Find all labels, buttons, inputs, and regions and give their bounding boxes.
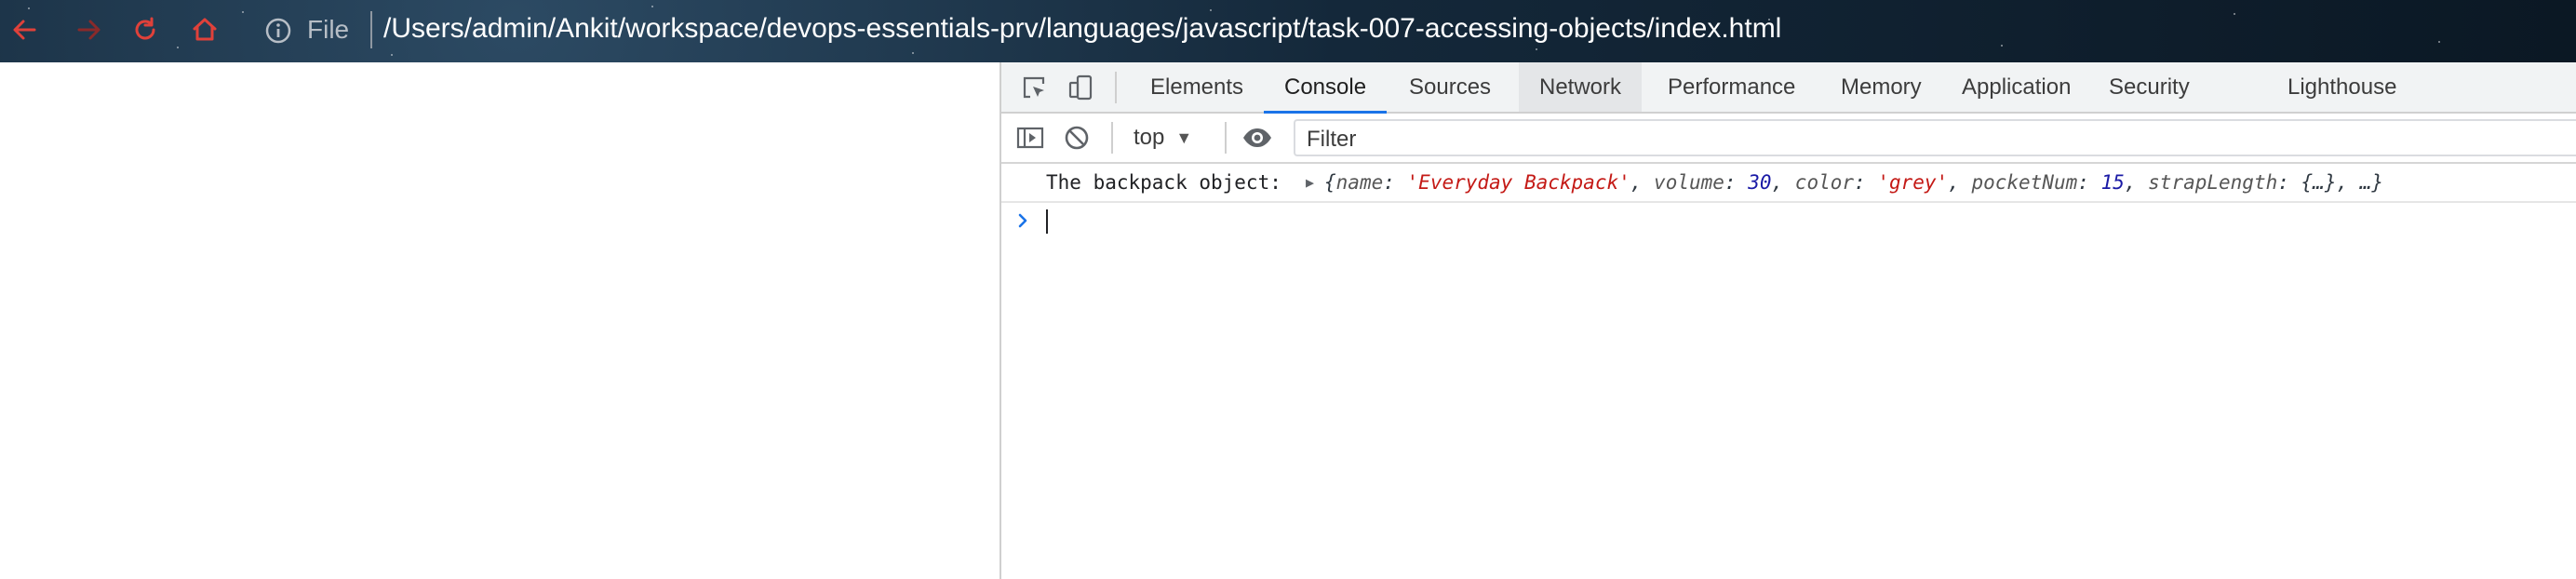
- object-open-brace: {: [1324, 171, 1336, 194]
- toolbar-divider: [1111, 122, 1113, 154]
- back-button[interactable]: [7, 13, 41, 47]
- clear-console-button[interactable]: [1061, 122, 1093, 154]
- object-key: color: [1794, 171, 1855, 194]
- reload-button[interactable]: [128, 13, 162, 47]
- text-caret: [1046, 209, 1048, 234]
- address-bar-url[interactable]: /Users/admin/Ankit/workspace/devops-esse…: [383, 13, 1781, 45]
- reload-icon: [135, 17, 155, 40]
- toolbar-divider: [1225, 122, 1227, 154]
- log-message-text: The backpack object:: [1046, 171, 1281, 194]
- home-button[interactable]: [188, 13, 221, 47]
- browser-toolbar: File /Users/admin/Ankit/workspace/devops…: [0, 0, 2576, 62]
- clear-console-icon: [1065, 126, 1089, 150]
- tab-elements[interactable]: Elements: [1130, 62, 1264, 112]
- back-arrow-icon: [13, 20, 36, 40]
- tab-performance[interactable]: Performance: [1647, 62, 1816, 112]
- object-key: name: [1335, 171, 1384, 194]
- tab-security[interactable]: Security: [2088, 62, 2210, 112]
- context-selector[interactable]: top ▼: [1134, 123, 1192, 153]
- show-sidebar-icon: [1016, 127, 1044, 149]
- page-viewport: [0, 62, 1000, 579]
- tab-application[interactable]: Application: [1941, 62, 2091, 112]
- devtools-tabbar: Elements Console Sources Network Perform…: [1001, 62, 2576, 114]
- toolbar-divider: [1115, 72, 1117, 103]
- object-key: volume: [1654, 171, 1724, 194]
- forward-arrow-icon: [77, 20, 101, 40]
- console-toolbar: top ▼: [1001, 114, 2576, 164]
- show-sidebar-button[interactable]: [1014, 122, 1046, 154]
- expand-triangle-icon[interactable]: ▶: [1306, 164, 1314, 201]
- object-ellipsis: …: [2359, 171, 2372, 194]
- prompt-chevron-icon: [1018, 213, 1027, 228]
- console-prompt[interactable]: [1001, 203, 2576, 240]
- filter-input[interactable]: [1305, 125, 2518, 155]
- home-icon: [193, 18, 217, 41]
- url-scheme-label: File: [307, 15, 350, 44]
- object-value: 'grey': [1877, 171, 1949, 194]
- tab-network[interactable]: Network: [1519, 62, 1643, 112]
- devtools-panel: Elements Console Sources Network Perform…: [1001, 62, 2576, 579]
- filter-field: [1294, 119, 2576, 156]
- object-preview[interactable]: {name: 'Everyday Backpack', volume: 30, …: [1324, 164, 2383, 201]
- device-toolbar-button[interactable]: [1065, 72, 1096, 103]
- live-expression-button[interactable]: [1241, 122, 1273, 154]
- tab-lighthouse[interactable]: Lighthouse: [2267, 62, 2417, 112]
- tab-console[interactable]: Console: [1264, 62, 1388, 114]
- context-label: top: [1134, 125, 1165, 150]
- inspect-element-icon: [1023, 76, 1045, 99]
- forward-button[interactable]: [73, 13, 106, 47]
- eye-icon: [1243, 128, 1271, 147]
- object-value: 30: [1748, 171, 1772, 194]
- object-value: {…}: [2301, 171, 2337, 194]
- console-output: The backpack object: ▶ {name: 'Everyday …: [1001, 164, 2576, 579]
- device-toolbar-icon: [1068, 74, 1093, 101]
- tab-sources[interactable]: Sources: [1389, 62, 1511, 112]
- object-close-brace: }: [2371, 171, 2384, 194]
- info-icon[interactable]: [264, 17, 292, 45]
- tab-memory[interactable]: Memory: [1820, 62, 1942, 112]
- url-divider: [370, 11, 372, 48]
- object-value: 15: [2100, 171, 2125, 194]
- dropdown-arrow-icon: ▼: [1175, 128, 1193, 147]
- object-key: pocketNum: [1971, 171, 2078, 194]
- object-value: 'Everyday Backpack': [1406, 171, 1630, 194]
- object-key: strapLength: [2148, 171, 2278, 194]
- console-log-row: The backpack object: ▶ {name: 'Everyday …: [1001, 164, 2576, 203]
- inspect-element-button[interactable]: [1018, 72, 1050, 103]
